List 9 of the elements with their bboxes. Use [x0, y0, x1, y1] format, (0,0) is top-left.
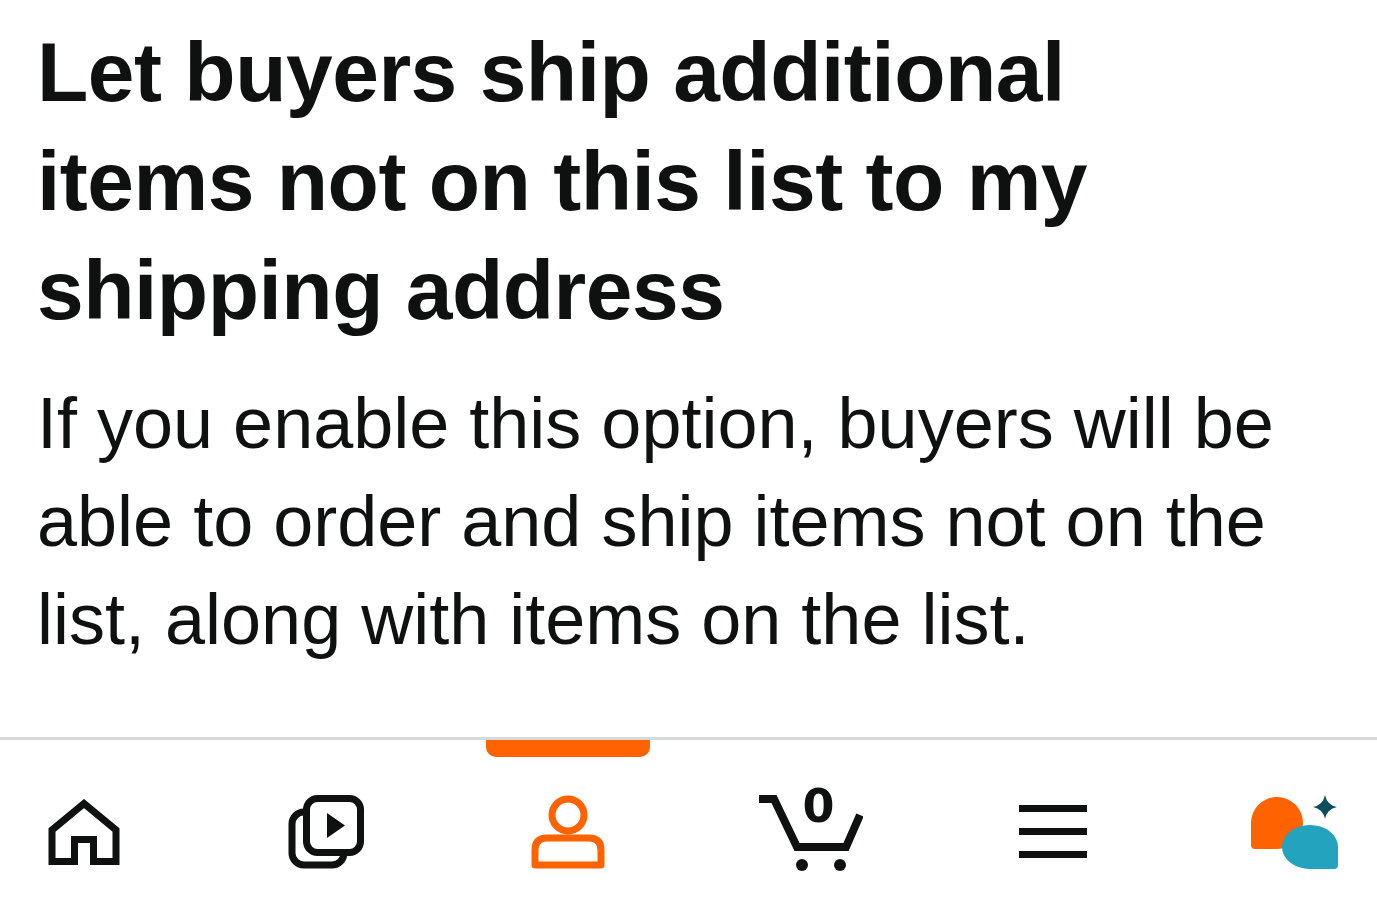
menu-icon	[1018, 804, 1087, 859]
home-icon	[48, 798, 120, 865]
setting-description: If you enable this option, buyers will be able to order and ship items not on the list, along with items on the list.	[37, 382, 1275, 661]
setting-heading: Let buyers ship additional items not on this list to my shipping address	[37, 24, 1089, 339]
nav-tab[interactable]: 0	[728, 740, 893, 917]
person-icon	[530, 794, 607, 869]
cart-count: 0	[802, 780, 835, 831]
video-icon	[288, 794, 365, 869]
chat-bubbles-icon	[1250, 794, 1339, 869]
